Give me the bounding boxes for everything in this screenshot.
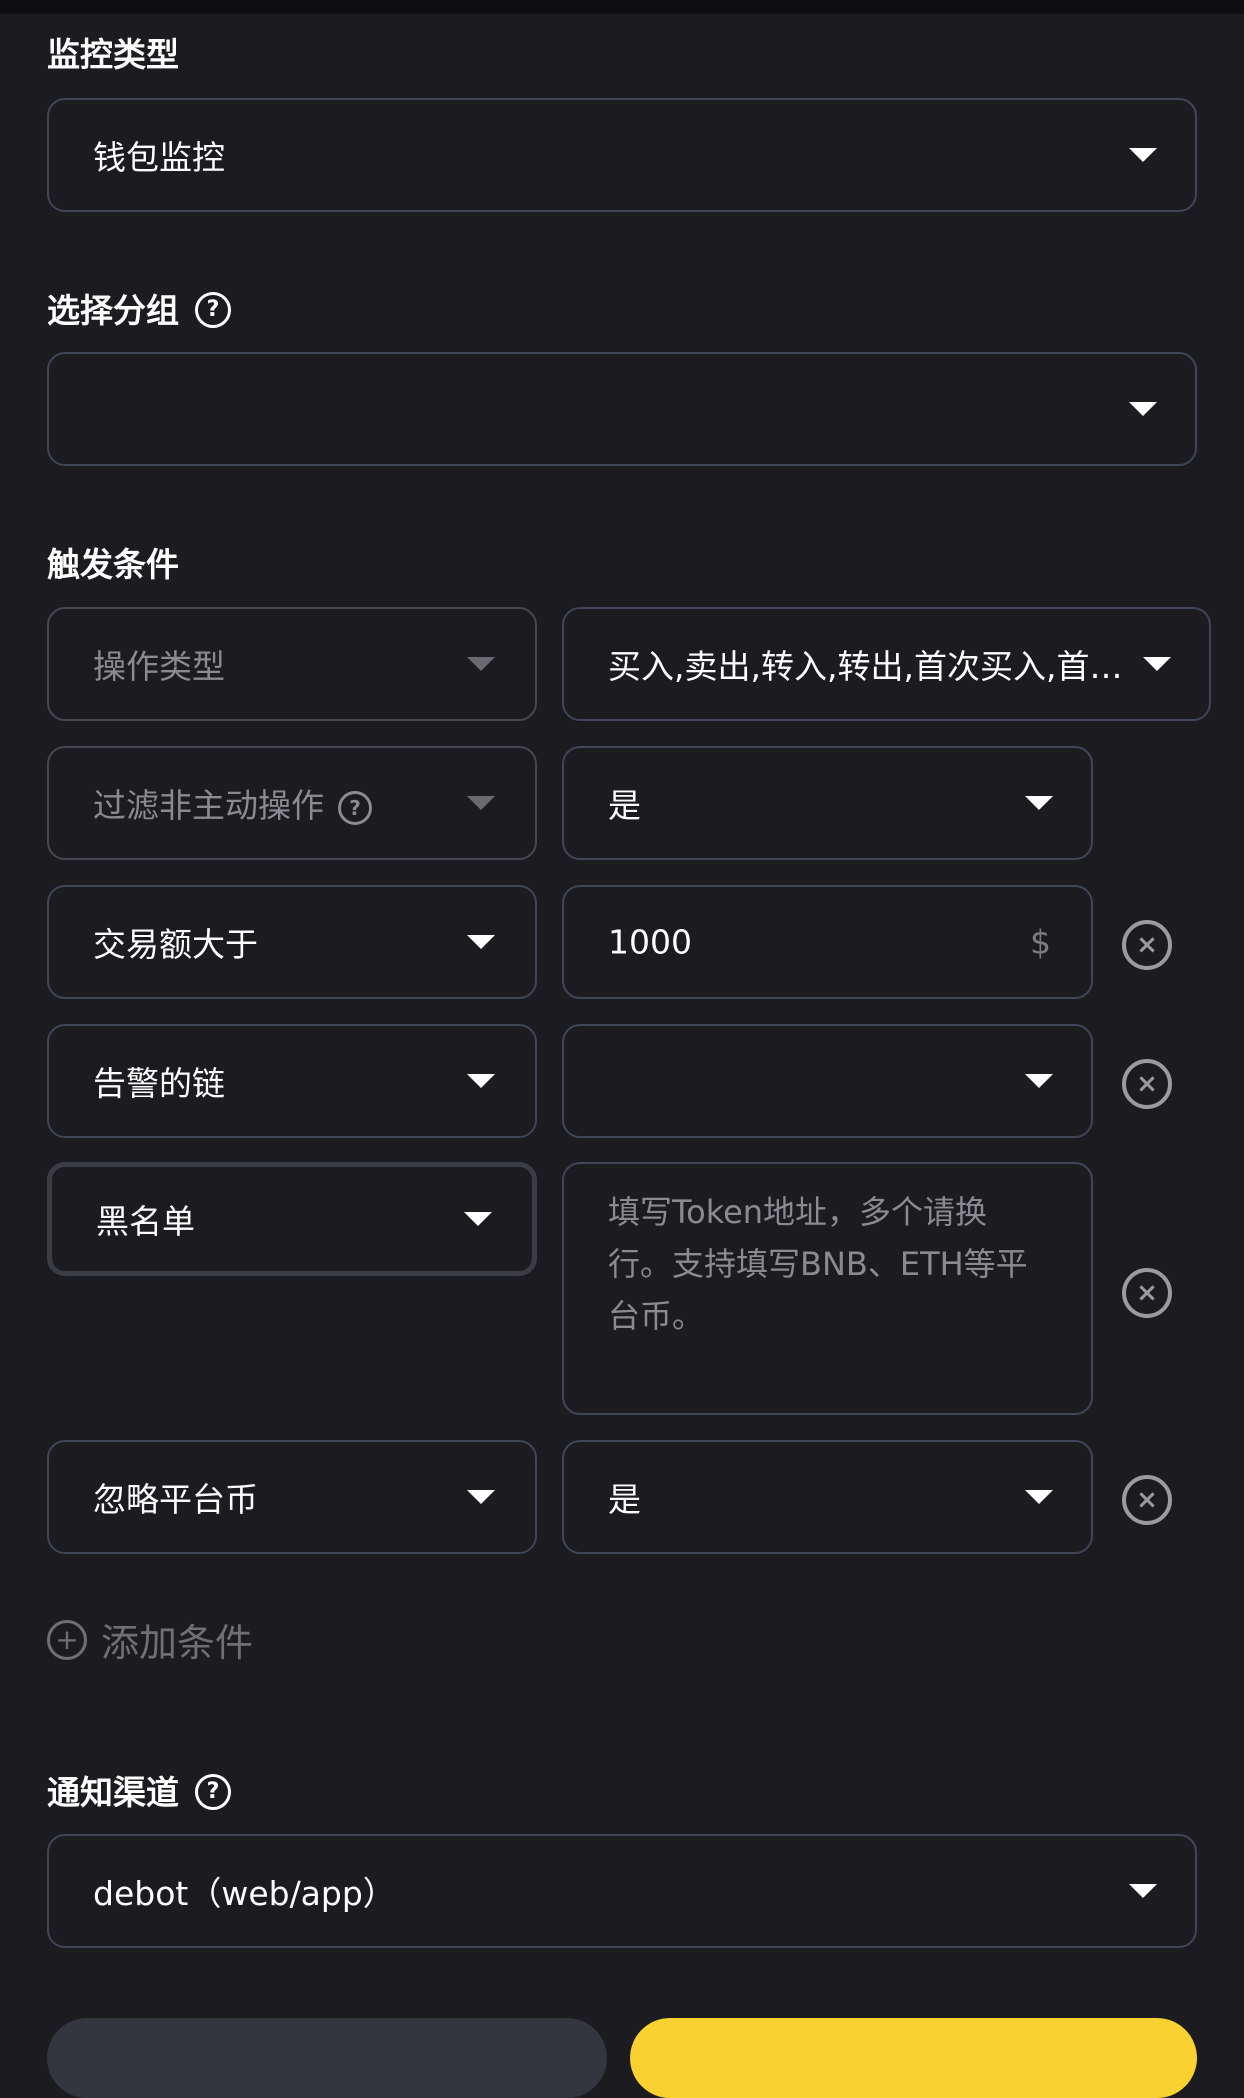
group-select[interactable] <box>47 352 1197 466</box>
close-circle-icon[interactable]: × <box>1122 1268 1172 1318</box>
question-circle-icon[interactable]: ? <box>338 790 372 825</box>
condition-field-select[interactable]: 黑名单 <box>47 1162 537 1276</box>
confirm-button[interactable] <box>630 2018 1197 2098</box>
plus-circle-icon: + <box>47 1619 87 1660</box>
caret-down-icon <box>464 1212 492 1226</box>
question-circle-icon[interactable]: ? <box>195 292 231 328</box>
caret-down-icon <box>1025 1074 1053 1088</box>
condition-field-label: 忽略平台币 <box>93 1480 258 1519</box>
condition-field-label: 交易额大于 <box>93 925 258 964</box>
caret-down-icon <box>467 935 495 949</box>
caret-down-icon <box>467 796 495 810</box>
caret-down-icon <box>467 1490 495 1504</box>
status-bar <box>0 0 1244 14</box>
monitor-type-select[interactable]: 钱包监控 <box>47 98 1197 212</box>
trigger-label: 触发条件 <box>47 545 179 584</box>
filter-passive-select[interactable]: 是 <box>562 746 1093 860</box>
caret-down-icon <box>1143 657 1171 671</box>
caret-down-icon <box>1025 1490 1053 1504</box>
blacklist-placeholder: 填写Token地址，多个请换行。支持填写BNB、ETH等平台币。 <box>608 1193 1028 1335</box>
ignore-platform-coin-select[interactable]: 是 <box>562 1440 1093 1554</box>
notify-label: 通知渠道 ? <box>47 1774 231 1810</box>
caret-down-icon <box>467 657 495 671</box>
close-circle-icon[interactable]: × <box>1122 1475 1172 1525</box>
monitor-type-value: 钱包监控 <box>93 138 225 177</box>
operation-type-select[interactable]: 买入,卖出,转入,转出,首次买入,首… <box>562 607 1211 721</box>
ignore-platform-coin-value: 是 <box>608 1480 641 1519</box>
caret-down-icon <box>1025 796 1053 810</box>
filter-passive-value: 是 <box>608 786 641 825</box>
condition-field-label: 黑名单 <box>96 1202 195 1241</box>
condition-field-select: 过滤非主动操作? <box>47 746 537 860</box>
add-condition-label: 添加条件 <box>101 1621 254 1665</box>
caret-down-icon <box>1129 148 1157 162</box>
condition-field-select[interactable]: 忽略平台币 <box>47 1440 537 1554</box>
caret-down-icon <box>1129 1884 1157 1898</box>
operation-type-value: 买入,卖出,转入,转出,首次买入,首… <box>608 647 1123 686</box>
notify-channel-value: debot（web/app） <box>93 1874 396 1913</box>
chain-select[interactable] <box>562 1024 1093 1138</box>
notify-channel-select[interactable]: debot（web/app） <box>47 1834 1197 1948</box>
condition-field-label: 过滤非主动操作? <box>93 779 372 827</box>
condition-field-select: 操作类型 <box>47 607 537 721</box>
caret-down-icon <box>1129 402 1157 416</box>
group-label: 选择分组 ? <box>47 292 231 328</box>
condition-field-label: 操作类型 <box>93 647 225 686</box>
amount-value: 1000 <box>608 922 692 962</box>
condition-field-label: 告警的链 <box>93 1064 225 1103</box>
cancel-button[interactable] <box>47 2018 607 2098</box>
condition-field-select[interactable]: 告警的链 <box>47 1024 537 1138</box>
amount-input[interactable]: 1000 $ <box>562 885 1093 999</box>
monitor-type-label: 监控类型 <box>47 35 179 74</box>
close-circle-icon[interactable]: × <box>1122 920 1172 970</box>
dollar-unit: $ <box>1030 922 1051 962</box>
caret-down-icon <box>467 1074 495 1088</box>
question-circle-icon[interactable]: ? <box>195 1774 231 1810</box>
add-condition-button[interactable]: + 添加条件 <box>47 1612 253 1667</box>
condition-field-select[interactable]: 交易额大于 <box>47 885 537 999</box>
close-circle-icon[interactable]: × <box>1122 1059 1172 1109</box>
blacklist-textarea[interactable]: 填写Token地址，多个请换行。支持填写BNB、ETH等平台币。 <box>562 1162 1093 1415</box>
